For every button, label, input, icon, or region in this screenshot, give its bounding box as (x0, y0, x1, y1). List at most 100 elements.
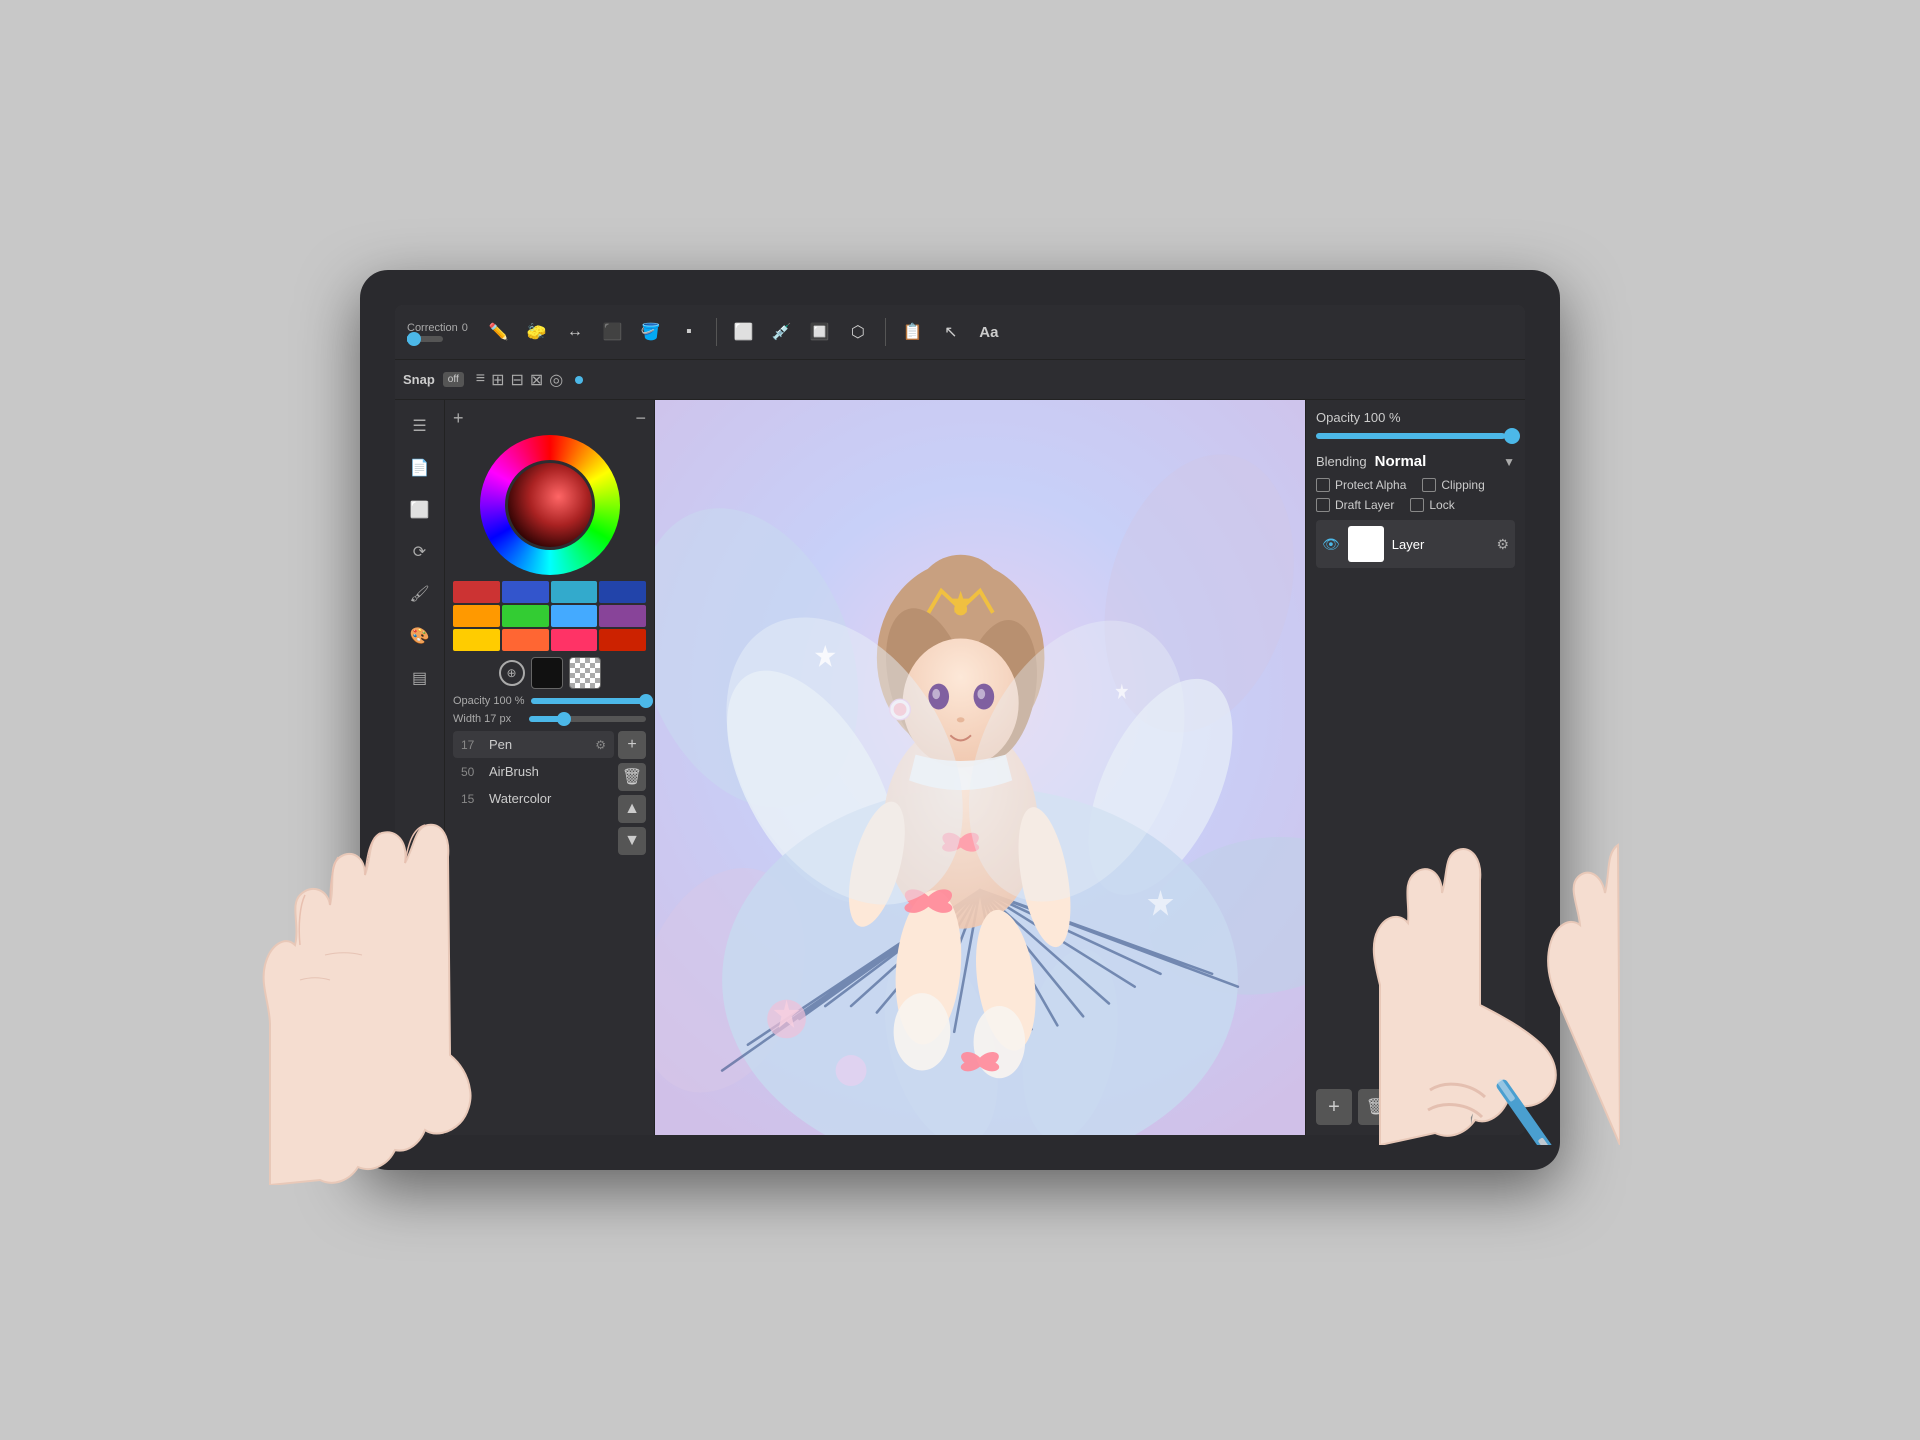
tablet-frame: Correction 0 ✏️ 🧽 ↔ ⬛ 🪣 ▪ ⬜ 💉 🔲 ⬡ 📋 (360, 270, 1560, 1170)
sidebar-brush-icon[interactable]: 🖌 (402, 576, 438, 612)
brush-up-btn[interactable]: ▲ (618, 795, 646, 823)
grid-circle-icon[interactable]: ◎ (549, 370, 563, 390)
layers-bottom: + 🗑 (1316, 1089, 1515, 1125)
opacity-slider-fill (1316, 433, 1505, 439)
remove-color-btn[interactable]: − (635, 408, 646, 429)
toolbar-divider-1 (716, 318, 717, 346)
snap-off-btn[interactable]: off (443, 372, 464, 387)
sidebar-redo-icon[interactable]: ↷ (402, 1049, 438, 1085)
width-row: Width 17 px (453, 713, 646, 725)
color-section: + − (453, 408, 646, 689)
draft-layer-box[interactable] (1316, 498, 1330, 512)
sidebar-menu-icon[interactable]: ☰ (402, 408, 438, 444)
opacity-label: Opacity 100 % (453, 695, 525, 707)
sidebar-layers-icon[interactable]: ▤ (402, 660, 438, 696)
lock-checkbox[interactable]: Lock (1410, 498, 1454, 512)
swatch-teal[interactable] (551, 581, 598, 603)
blending-dropdown-icon[interactable]: ▼ (1503, 455, 1515, 469)
blending-value[interactable]: Normal (1375, 453, 1496, 470)
grid-lines-icon[interactable]: ≡ (476, 370, 485, 390)
brush-settings-pen[interactable]: ⚙ (595, 738, 606, 752)
layer-merge-icon[interactable]: 📋 (898, 317, 928, 347)
fill-rect-icon[interactable]: ⬛ (598, 317, 628, 347)
opacity-slider-track[interactable] (531, 698, 646, 704)
grid-cross-icon[interactable]: ⊞ (491, 370, 504, 390)
brush-item-pen[interactable]: 17 Pen ⚙ (453, 731, 614, 758)
add-brush-btn[interactable]: + (618, 731, 646, 759)
grid-lines2-icon[interactable]: ⊠ (530, 370, 543, 390)
add-layer-btn[interactable]: + (1316, 1089, 1352, 1125)
cursor-icon[interactable]: ↖ (936, 317, 966, 347)
slider-section: Opacity 100 % Width 17 px (453, 695, 646, 725)
width-label: Width 17 px (453, 713, 523, 725)
select-lasso-icon[interactable]: 🔲 (805, 317, 835, 347)
transform-tool-icon[interactable]: ↔ (560, 317, 590, 347)
layer-option-row-1: Protect Alpha Clipping (1316, 478, 1515, 492)
swatch-orange[interactable] (453, 605, 500, 627)
draft-layer-checkbox[interactable]: Draft Layer (1316, 498, 1394, 512)
protect-alpha-checkbox[interactable]: Protect Alpha (1316, 478, 1406, 492)
main-content-row: ☰ 📄 ⬜ ⟳ 🖌 🎨 ▤ ↷ ↩ + − (395, 400, 1525, 1135)
swatch-darkred[interactable] (599, 629, 646, 651)
brush-item-watercolor[interactable]: 15 Watercolor (453, 785, 614, 812)
lock-box[interactable] (1410, 498, 1424, 512)
brush-down-btn[interactable]: ▼ (618, 827, 646, 855)
eyedropper-icon[interactable]: 💉 (767, 317, 797, 347)
grid-hash-icon[interactable]: ⊟ (510, 370, 523, 390)
swatch-blue[interactable] (502, 581, 549, 603)
brush-combined-panel: 17 Pen ⚙ 50 AirBrush 15 Watercolor (453, 731, 646, 855)
fill-gray-icon[interactable]: ▪ (674, 317, 704, 347)
layer-options: Protect Alpha Clipping Draft Layer (1316, 478, 1515, 512)
fill-tool-icon[interactable]: 🪣 (636, 317, 666, 347)
blending-label: Blending (1316, 454, 1367, 469)
layer-item[interactable]: 👁 Layer ⚙ (1316, 520, 1515, 568)
pen-tool-icon[interactable]: ✏️ (484, 317, 514, 347)
background-color[interactable] (569, 657, 601, 689)
opacity-slider-thumb[interactable] (1504, 428, 1520, 444)
correction-value: 0 (462, 322, 468, 334)
sidebar-color-icon[interactable]: 🎨 (402, 618, 438, 654)
opacity-value-label: Opacity 100 % (1316, 410, 1401, 425)
brush-controls: + 🗑 ▲ ▼ (618, 731, 646, 855)
canvas-area[interactable] (655, 400, 1305, 1135)
swatch-green[interactable] (502, 605, 549, 627)
add-color-btn[interactable]: + (453, 408, 464, 429)
swatch-pink[interactable] (551, 629, 598, 651)
color-wheel[interactable] (480, 435, 620, 575)
toolbar-divider-2 (885, 318, 886, 346)
swatch-orange2[interactable] (502, 629, 549, 651)
delete-brush-btn[interactable]: 🗑 (618, 763, 646, 791)
layer-visibility-icon[interactable]: 👁 (1322, 536, 1340, 553)
left-sidebar: ☰ 📄 ⬜ ⟳ 🖌 🎨 ▤ ↷ ↩ (395, 400, 445, 1135)
brush-name-pen: Pen (489, 737, 587, 752)
clipping-label: Clipping (1441, 478, 1484, 492)
brush-item-airbrush[interactable]: 50 AirBrush (453, 758, 614, 785)
sidebar-lasso-icon[interactable]: ⟳ (402, 534, 438, 570)
select-wand-icon[interactable]: ⬡ (843, 317, 873, 347)
layer-settings-icon[interactable]: ⚙ (1496, 536, 1509, 553)
clipping-box[interactable] (1422, 478, 1436, 492)
color-picker-icon[interactable]: ⊕ (499, 660, 525, 686)
sidebar-new-icon[interactable]: 📄 (402, 450, 438, 486)
protect-alpha-box[interactable] (1316, 478, 1330, 492)
text-tool-label: Aa (979, 324, 998, 341)
clipping-checkbox[interactable]: Clipping (1422, 478, 1484, 492)
delete-layer-btn[interactable]: 🗑 (1358, 1089, 1394, 1125)
sidebar-select-icon[interactable]: ⬜ (402, 492, 438, 528)
color-picker-inner[interactable] (505, 460, 595, 550)
brush-name-watercolor: Watercolor (489, 791, 606, 806)
swatch-darkblue[interactable] (599, 581, 646, 603)
protect-alpha-label: Protect Alpha (1335, 478, 1406, 492)
brush-list: 17 Pen ⚙ 50 AirBrush 15 Watercolor (453, 731, 614, 855)
text-tool-icon[interactable]: Aa (974, 317, 1004, 347)
swatch-lightblue[interactable] (551, 605, 598, 627)
eraser-tool-icon[interactable]: 🧽 (522, 317, 552, 347)
swatch-purple[interactable] (599, 605, 646, 627)
foreground-color[interactable] (531, 657, 563, 689)
width-slider-track[interactable] (529, 716, 646, 722)
select-rect-icon[interactable]: ⬜ (729, 317, 759, 347)
sidebar-undo-icon[interactable]: ↩ (402, 1091, 438, 1127)
swatch-yellow[interactable] (453, 629, 500, 651)
draft-layer-label: Draft Layer (1335, 498, 1394, 512)
swatch-red[interactable] (453, 581, 500, 603)
